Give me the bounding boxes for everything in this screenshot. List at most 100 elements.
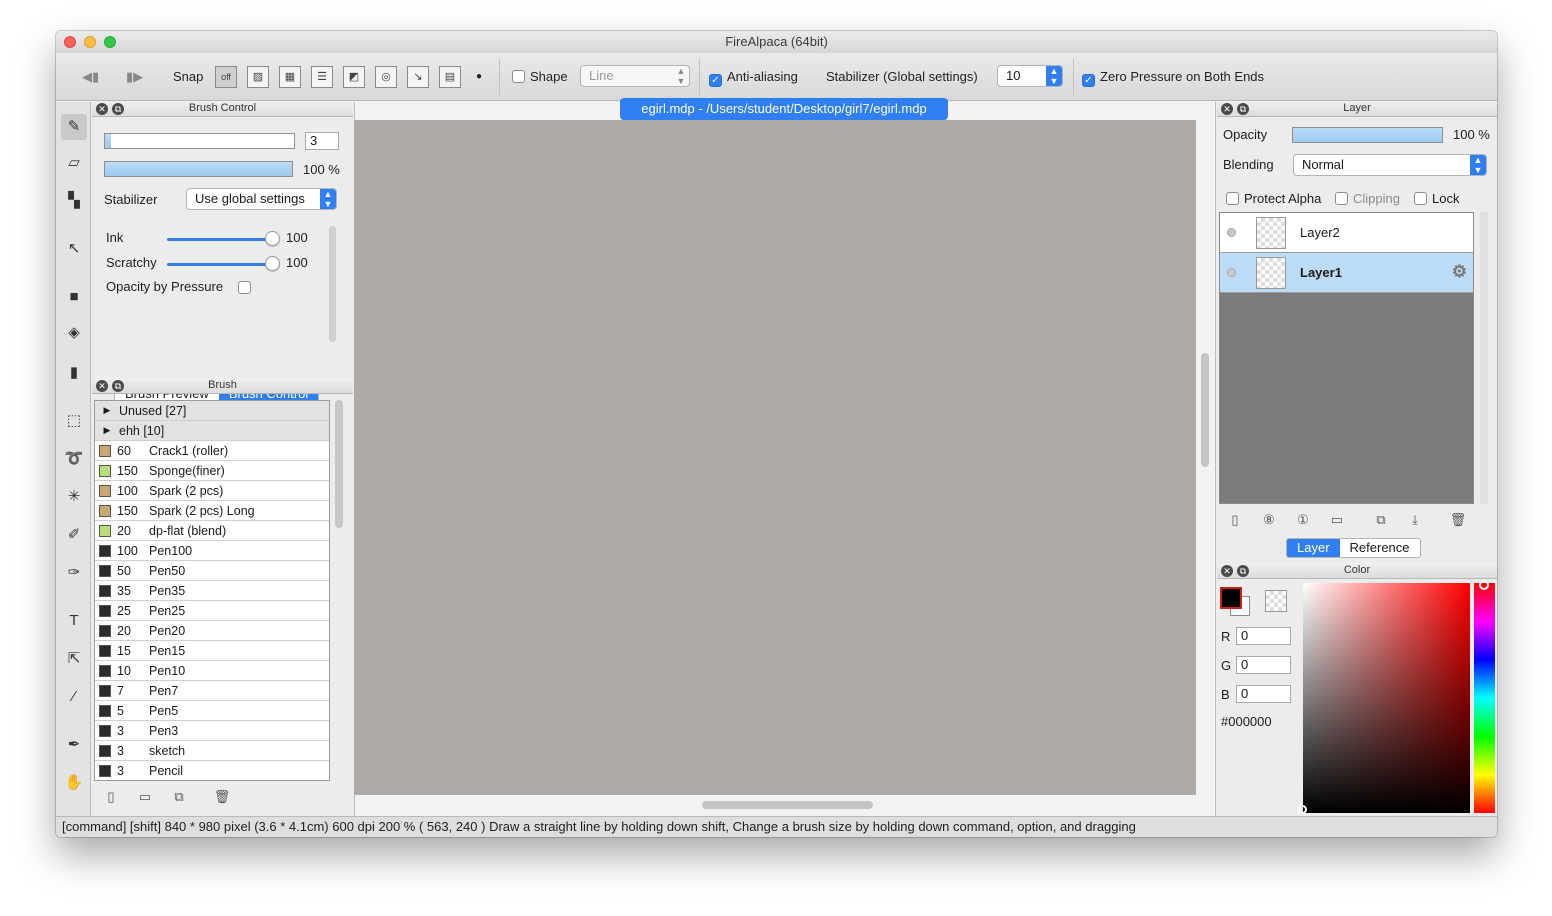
operation-tool-icon[interactable]: ⇱ — [61, 646, 87, 672]
snap-perspective-icon[interactable]: ◩ — [343, 66, 365, 88]
brush-size-bar[interactable] — [104, 133, 295, 149]
g-input[interactable]: 0 — [1236, 656, 1291, 674]
snap-curve-icon[interactable]: ↘ — [407, 66, 429, 88]
scratchy-slider-knob[interactable] — [265, 256, 280, 271]
brush-item[interactable]: 20 Pen20 — [95, 621, 329, 641]
hand-tool-icon[interactable]: ✋ — [61, 770, 87, 796]
layer-row-layer2[interactable]: Layer2 — [1220, 213, 1473, 253]
eraser-tool-icon[interactable]: ▱ — [61, 150, 87, 176]
snap-3d-icon[interactable]: ▤ — [439, 66, 461, 88]
bucket-tool-icon[interactable]: ◈ — [61, 320, 87, 346]
clipping-checkbox[interactable]: Clipping — [1335, 191, 1400, 206]
brush-item[interactable]: 25 Pen25 — [95, 601, 329, 621]
gear-icon[interactable]: ⚙ — [1452, 262, 1467, 282]
close-window-button[interactable] — [64, 36, 76, 48]
blur-tool-icon[interactable]: ⁄ — [61, 684, 87, 710]
brush-list-scrollbar[interactable] — [335, 400, 343, 528]
brush-group[interactable]: ▶ ehh [10] — [95, 421, 329, 441]
brush-item[interactable]: 20 dp-flat (blend) — [95, 521, 329, 541]
canvas[interactable] — [354, 120, 1196, 795]
brush-item[interactable]: 3 Pen3 — [95, 721, 329, 741]
protect-alpha-checkbox[interactable]: Protect Alpha — [1226, 191, 1321, 206]
close-panel-icon[interactable]: ✕ — [1221, 565, 1233, 577]
snap-settings-icon[interactable]: ● — [476, 67, 482, 87]
select-pen-tool-icon[interactable]: ✐ — [61, 522, 87, 548]
r-input[interactable]: 0 — [1236, 627, 1291, 645]
brush-item[interactable]: 150 Sponge(finer) — [95, 461, 329, 481]
duplicate-brush-icon[interactable]: ⧉ — [170, 788, 188, 806]
brush-item[interactable]: 50 Pen50 — [95, 561, 329, 581]
lock-checkbox[interactable]: Lock — [1414, 191, 1459, 206]
new-layer-icon[interactable]: ▯ — [1226, 511, 1244, 529]
new-1bit-layer-icon[interactable]: ① — [1294, 511, 1312, 529]
magic-wand-tool-icon[interactable]: ✳ — [61, 484, 87, 510]
minimize-window-button[interactable] — [84, 36, 96, 48]
brush-item[interactable]: 3 Pencil — [95, 761, 329, 780]
b-input[interactable]: 0 — [1236, 685, 1291, 703]
new-brush-icon[interactable]: ▯ — [102, 788, 120, 806]
close-panel-icon[interactable]: ✕ — [96, 103, 108, 115]
canvas-horizontal-scrollbar[interactable] — [702, 801, 873, 809]
stabilizer-select[interactable]: 10 ▲ ▼ — [997, 65, 1063, 87]
snap-concentric-icon[interactable]: ◎ — [375, 66, 397, 88]
canvas-vertical-scrollbar[interactable] — [1201, 353, 1209, 467]
brush-item[interactable]: 7 Pen7 — [95, 681, 329, 701]
document-tab[interactable]: egirl.mdp - /Users/student/Desktop/girl7… — [620, 98, 948, 120]
transparent-color-swatch[interactable] — [1265, 590, 1287, 612]
brush-control-scrollbar[interactable] — [329, 226, 336, 342]
shape-select[interactable]: Line ▲ ▼ — [580, 65, 690, 87]
redo-icon[interactable]: ▮▶ — [126, 67, 143, 87]
primary-color-swatch[interactable] — [1220, 587, 1242, 609]
visibility-icon[interactable] — [1227, 228, 1236, 237]
disclosure-triangle-icon[interactable]: ▶ — [95, 425, 119, 436]
pen-tool-icon[interactable]: ✎ — [61, 114, 87, 140]
brush-item[interactable]: 5 Pen5 — [95, 701, 329, 721]
brush-item[interactable]: 10 Pen10 — [95, 661, 329, 681]
brush-item[interactable]: 150 Spark (2 pcs) Long — [95, 501, 329, 521]
delete-layer-icon[interactable]: 🗑 — [1449, 511, 1467, 529]
scratchy-slider[interactable] — [167, 263, 273, 266]
tab-reference[interactable]: Reference — [1340, 539, 1420, 557]
layer-list-scrollbar[interactable] — [1480, 212, 1488, 504]
close-panel-icon[interactable]: ✕ — [1221, 103, 1233, 115]
gradient-tool-icon[interactable]: ▮ — [61, 360, 87, 386]
dot-tool-icon[interactable]: ▚ — [61, 188, 87, 214]
tab-layer[interactable]: Layer — [1287, 539, 1340, 557]
new-8bit-layer-icon[interactable]: ⑧ — [1260, 511, 1278, 529]
brush-item[interactable]: 100 Spark (2 pcs) — [95, 481, 329, 501]
layer-row-layer1[interactable]: Layer1 ⚙ — [1220, 253, 1473, 293]
snap-parallel-icon[interactable]: ▨ — [247, 66, 269, 88]
brush-item[interactable]: 3 sketch — [95, 741, 329, 761]
new-layer-folder-icon[interactable]: ▭ — [1328, 511, 1346, 529]
brush-item[interactable]: 35 Pen35 — [95, 581, 329, 601]
brush-item[interactable]: 60 Crack1 (roller) — [95, 441, 329, 461]
move-tool-icon[interactable]: ↖ — [61, 236, 87, 262]
blending-select[interactable]: Normal ▲ ▼ — [1293, 154, 1487, 176]
brush-item[interactable]: 15 Pen15 — [95, 641, 329, 661]
detach-panel-icon[interactable]: ⧉ — [1237, 103, 1249, 115]
duplicate-layer-icon[interactable]: ⧉ — [1372, 511, 1390, 529]
detach-panel-icon[interactable]: ⧉ — [112, 103, 124, 115]
antialias-checkbox[interactable]: ✓ Anti-aliasing — [709, 67, 798, 87]
close-panel-icon[interactable]: ✕ — [96, 380, 108, 392]
new-folder-icon[interactable]: ▭ — [136, 788, 154, 806]
merge-down-icon[interactable]: ⤓ — [1406, 511, 1424, 529]
ink-slider-knob[interactable] — [265, 231, 280, 246]
disclosure-triangle-icon[interactable]: ▶ — [95, 405, 119, 416]
brush-group[interactable]: ▶ Unused [27] — [95, 401, 329, 421]
lasso-tool-icon[interactable]: ➰ — [61, 446, 87, 472]
detach-panel-icon[interactable]: ⧉ — [112, 380, 124, 392]
detach-panel-icon[interactable]: ⧉ — [1237, 565, 1249, 577]
select-tool-icon[interactable]: ⬚ — [61, 408, 87, 434]
hue-slider[interactable] — [1474, 583, 1495, 813]
shape-checkbox[interactable]: Shape — [512, 67, 568, 87]
hue-slider-knob[interactable] — [1479, 580, 1489, 590]
delete-brush-icon[interactable]: 🗑 — [213, 788, 231, 806]
snap-grid-icon[interactable]: ▦ — [279, 66, 301, 88]
eyedropper-tool-icon[interactable]: ✒ — [61, 732, 87, 758]
select-eraser-tool-icon[interactable]: ✑ — [61, 560, 87, 586]
snap-off-button[interactable]: off — [215, 66, 237, 88]
visibility-icon[interactable] — [1227, 268, 1236, 277]
brush-size-input[interactable]: 3 — [305, 132, 339, 150]
opacity-pressure-checkbox[interactable] — [238, 281, 251, 294]
